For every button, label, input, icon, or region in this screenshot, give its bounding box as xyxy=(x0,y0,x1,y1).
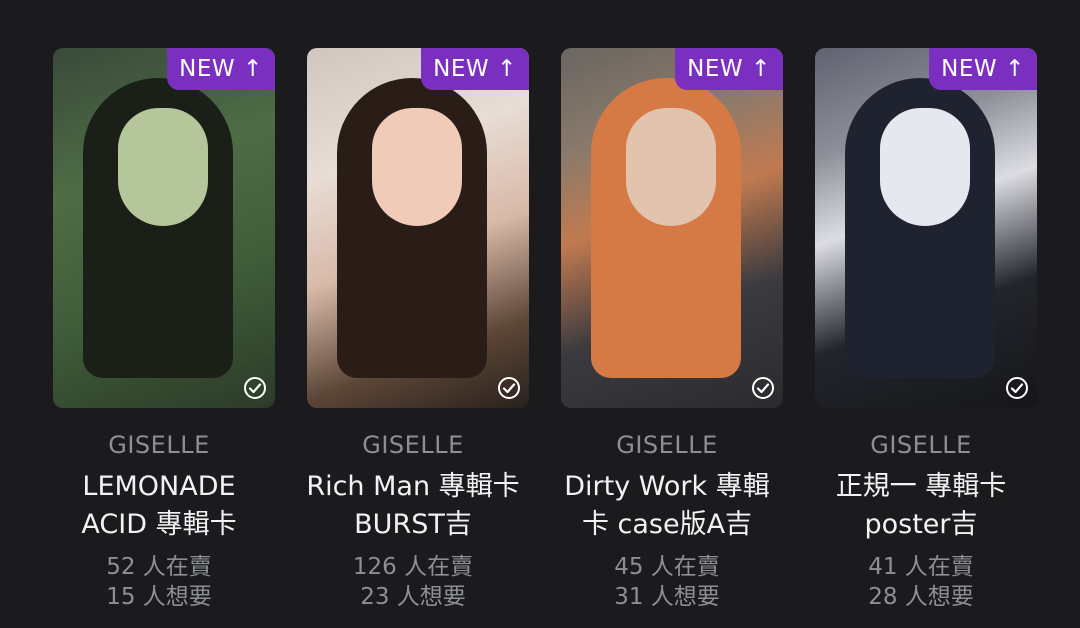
check-circle-icon[interactable] xyxy=(243,376,267,400)
photocard-item[interactable]: NEW ↑ GISELLE Rich Man 專輯卡 BURST吉 126 人在… xyxy=(297,48,529,618)
card-title[interactable]: LEMONADE ACID 專輯卡 xyxy=(43,468,275,544)
wanters-count: 28 人想要 xyxy=(868,584,974,610)
photo-face xyxy=(626,108,716,226)
check-circle-icon[interactable] xyxy=(1005,376,1029,400)
card-stats: 45 人在賣 31 人想要 xyxy=(551,552,783,612)
card-title-line: ACID 專輯卡 xyxy=(81,509,237,540)
photocard-image[interactable]: NEW ↑ xyxy=(307,48,529,408)
photocard-info: GISELLE Dirty Work 專輯 卡 case版A吉 45 人在賣 3… xyxy=(551,430,783,612)
photo-face xyxy=(880,108,970,226)
photocard-item[interactable]: NEW ↑ GISELLE 正規一 專輯卡 poster吉 41 人在賣 28 … xyxy=(805,48,1037,618)
badge-label: NEW xyxy=(179,56,236,82)
sellers-count: 41 人在賣 xyxy=(868,554,974,580)
artist-name: GISELLE xyxy=(870,431,972,459)
photo-face xyxy=(372,108,462,226)
card-title[interactable]: Dirty Work 專輯 卡 case版A吉 xyxy=(551,468,783,544)
photocard-grid: NEW ↑ GISELLE LEMONADE ACID 專輯卡 52 人在賣 1… xyxy=(0,0,1080,628)
new-badge: NEW ↑ xyxy=(167,48,275,90)
photocard-info: GISELLE 正規一 專輯卡 poster吉 41 人在賣 28 人想要 xyxy=(805,430,1037,612)
arrow-up-icon: ↑ xyxy=(497,55,517,82)
card-stats: 126 人在賣 23 人想要 xyxy=(297,552,529,612)
badge-label: NEW xyxy=(433,56,490,82)
card-title-line: 卡 case版A吉 xyxy=(581,509,753,540)
card-title-line: BURST吉 xyxy=(354,509,472,540)
artist-name: GISELLE xyxy=(108,431,210,459)
card-stats: 52 人在賣 15 人想要 xyxy=(43,552,275,612)
arrow-up-icon: ↑ xyxy=(751,55,771,82)
sellers-count: 52 人在賣 xyxy=(106,554,212,580)
check-circle-icon[interactable] xyxy=(751,376,775,400)
card-title-line: Rich Man 專輯卡 xyxy=(306,471,520,502)
photocard-item[interactable]: NEW ↑ GISELLE Dirty Work 專輯 卡 case版A吉 45… xyxy=(551,48,783,618)
card-title-line: 正規一 專輯卡 xyxy=(835,471,1007,502)
new-badge: NEW ↑ xyxy=(675,48,783,90)
sellers-count: 45 人在賣 xyxy=(614,554,720,580)
photo-face xyxy=(118,108,208,226)
photocard-info: GISELLE LEMONADE ACID 專輯卡 52 人在賣 15 人想要 xyxy=(43,430,275,612)
sellers-count: 126 人在賣 xyxy=(352,554,474,580)
card-title-line: LEMONADE xyxy=(82,471,236,502)
card-title-line: Dirty Work 專輯 xyxy=(564,471,770,502)
card-title-line: poster吉 xyxy=(864,509,978,540)
new-badge: NEW ↑ xyxy=(421,48,529,90)
photocard-info: GISELLE Rich Man 專輯卡 BURST吉 126 人在賣 23 人… xyxy=(297,430,529,612)
badge-label: NEW xyxy=(941,56,998,82)
wanters-count: 23 人想要 xyxy=(360,584,466,610)
photocard-image[interactable]: NEW ↑ xyxy=(815,48,1037,408)
arrow-up-icon: ↑ xyxy=(243,55,263,82)
arrow-up-icon: ↑ xyxy=(1005,55,1025,82)
wanters-count: 31 人想要 xyxy=(614,584,720,610)
artist-name: GISELLE xyxy=(616,431,718,459)
badge-label: NEW xyxy=(687,56,744,82)
photocard-item[interactable]: NEW ↑ GISELLE LEMONADE ACID 專輯卡 52 人在賣 1… xyxy=(43,48,275,618)
card-title[interactable]: Rich Man 專輯卡 BURST吉 xyxy=(297,468,529,544)
check-circle-icon[interactable] xyxy=(497,376,521,400)
artist-name: GISELLE xyxy=(362,431,464,459)
wanters-count: 15 人想要 xyxy=(106,584,212,610)
card-stats: 41 人在賣 28 人想要 xyxy=(805,552,1037,612)
card-title[interactable]: 正規一 專輯卡 poster吉 xyxy=(805,468,1037,544)
photocard-image[interactable]: NEW ↑ xyxy=(561,48,783,408)
photocard-image[interactable]: NEW ↑ xyxy=(53,48,275,408)
new-badge: NEW ↑ xyxy=(929,48,1037,90)
